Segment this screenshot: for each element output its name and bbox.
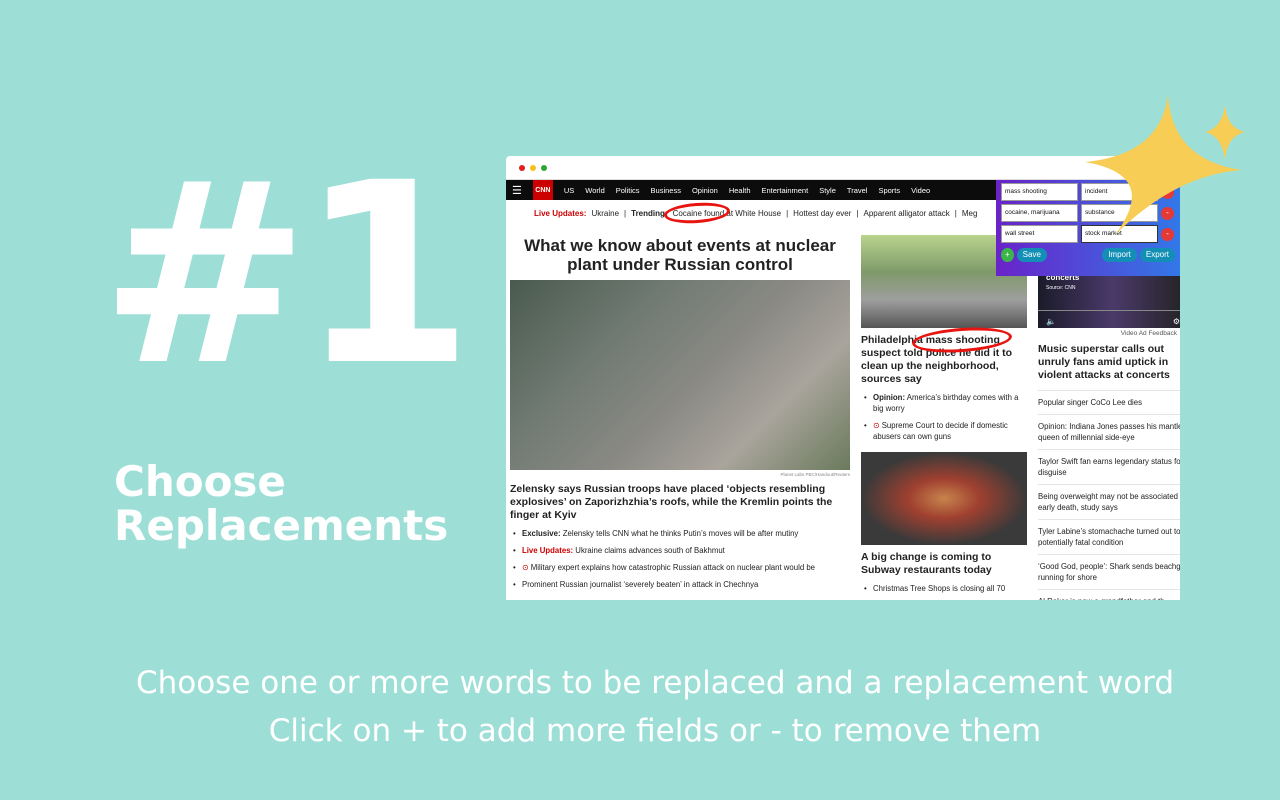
nav-item[interactable]: Health xyxy=(729,186,751,195)
list-item[interactable]: ⊙ Military expert explains how catastrop… xyxy=(510,562,850,573)
list-item[interactable]: Taylor Swift fan earns legendary status … xyxy=(1038,449,1180,484)
save-button[interactable]: Save xyxy=(1016,248,1047,262)
large-sparkle xyxy=(1085,95,1242,235)
nav-item[interactable]: Sports xyxy=(878,186,900,195)
find-input[interactable]: cocaine, marijuana xyxy=(1001,204,1078,222)
list-item[interactable]: Being overweight may not be associated w… xyxy=(1038,484,1180,519)
ad-feedback[interactable]: Video Ad Feedback xyxy=(1038,330,1177,337)
sparkle-icon xyxy=(1085,95,1245,235)
find-input[interactable]: wall street xyxy=(1001,225,1078,243)
list-item[interactable]: Exclusive: Zelensky tells CNN what he th… xyxy=(510,528,850,539)
cnn-logo[interactable]: CNN xyxy=(532,180,553,200)
trending-label: Trending: xyxy=(631,208,668,218)
list-item[interactable]: Opinion: Indiana Jones passes his mantle… xyxy=(1038,414,1180,449)
list-item[interactable]: ‘Good God, people’: Shark sends beachgoe… xyxy=(1038,554,1180,589)
nav-item[interactable]: Opinion xyxy=(692,186,718,195)
nav-item[interactable]: US xyxy=(564,186,574,195)
window-controls xyxy=(506,156,1180,180)
nav-item[interactable]: Travel xyxy=(847,186,868,195)
step-title: Choose Replacements xyxy=(114,460,448,548)
trend-link[interactable]: Apparent alligator attack xyxy=(864,209,950,218)
image-credit: Planet Labs PBC/Handout/Reuters xyxy=(780,472,850,477)
popup-actions: + Save Import Export xyxy=(1001,248,1175,262)
text: Prominent Russian journalist ‘severely b… xyxy=(522,580,759,589)
video-progress[interactable] xyxy=(1038,310,1180,311)
nav-item[interactable]: Politics xyxy=(616,186,640,195)
right-column: concerts Source: CNN 🔈 ⚙ Video Ad Feedba… xyxy=(1038,256,1180,600)
story-headline[interactable]: Zelensky says Russian troops have placed… xyxy=(510,483,850,522)
export-button[interactable]: Export xyxy=(1139,248,1175,262)
minimize-dot[interactable] xyxy=(530,164,536,171)
middle-column: Philadelphia mass shooting suspect told … xyxy=(861,235,1027,594)
sandwich-image[interactable] xyxy=(861,452,1027,545)
maximize-dot[interactable] xyxy=(541,164,547,171)
story-headline[interactable]: Music superstar calls out unruly fans am… xyxy=(1038,343,1180,382)
trend-link[interactable]: Ukraine xyxy=(591,209,619,218)
caption: Choose one or more words to be replaced … xyxy=(135,665,1175,701)
list-item[interactable]: ⊙ Supreme Court to decide if domestic ab… xyxy=(861,420,1027,442)
close-dot[interactable] xyxy=(519,164,525,171)
import-button[interactable]: Import xyxy=(1102,248,1137,262)
trend-link[interactable]: Meg xyxy=(962,209,978,218)
nav-item[interactable]: Entertainment xyxy=(762,186,809,195)
nav-item[interactable]: Video xyxy=(911,186,930,195)
list-item[interactable]: Tyler Labine’s stomachache turned out to… xyxy=(1038,519,1180,554)
list-item[interactable]: Opinion: America’s birthday comes with a… xyxy=(861,392,1027,414)
story-headline[interactable]: A big change is coming to Subway restaur… xyxy=(861,551,1027,577)
main-column: What we know about events at nuclear pla… xyxy=(510,236,850,590)
main-headline[interactable]: What we know about events at nuclear pla… xyxy=(510,236,850,274)
label: Live Updates: xyxy=(522,546,574,555)
list-item[interactable]: Popular singer CoCo Lee dies xyxy=(1038,390,1180,414)
nav-item[interactable]: Style xyxy=(819,186,836,195)
list-item[interactable]: Live Updates: Ukraine claims advances so… xyxy=(510,545,850,556)
menu-icon[interactable]: ☰ xyxy=(512,184,522,197)
step-number: #1 xyxy=(100,129,473,420)
title-line: Replacements xyxy=(114,501,449,550)
find-input[interactable]: mass shooting xyxy=(1001,183,1078,201)
label: Opinion: xyxy=(873,393,906,402)
nav-item[interactable]: Business xyxy=(651,186,681,195)
volume-icon[interactable]: 🔈 xyxy=(1046,317,1056,326)
list-item[interactable]: Christmas Tree Shops is closing all 70 xyxy=(861,583,1027,594)
title-line: Choose xyxy=(114,457,286,506)
settings-icon[interactable]: ⚙ xyxy=(1173,317,1180,326)
label: Exclusive: xyxy=(522,529,561,538)
nuclear-plant-image[interactable] xyxy=(510,280,850,470)
list-item[interactable]: Al Roker is now a grandfather and th xyxy=(1038,589,1180,600)
nav-item[interactable]: World xyxy=(585,186,604,195)
live-label: Live Updates: xyxy=(534,208,587,218)
caption: Click on + to add more fields or - to re… xyxy=(268,713,1042,749)
add-button[interactable]: + xyxy=(1001,248,1014,262)
text: Zelensky tells CNN what he thinks Putin’… xyxy=(560,529,799,538)
small-sparkle xyxy=(1205,105,1245,160)
video-source: Source: CNN xyxy=(1046,285,1076,291)
text: Military expert explains how catastrophi… xyxy=(528,563,816,572)
list-item[interactable]: Prominent Russian journalist ‘severely b… xyxy=(510,579,850,590)
trend-link[interactable]: Hottest day ever xyxy=(793,209,851,218)
text: Supreme Court to decide if domestic abus… xyxy=(873,421,1008,441)
text: Ukraine claims advances south of Bakhmut xyxy=(573,546,725,555)
